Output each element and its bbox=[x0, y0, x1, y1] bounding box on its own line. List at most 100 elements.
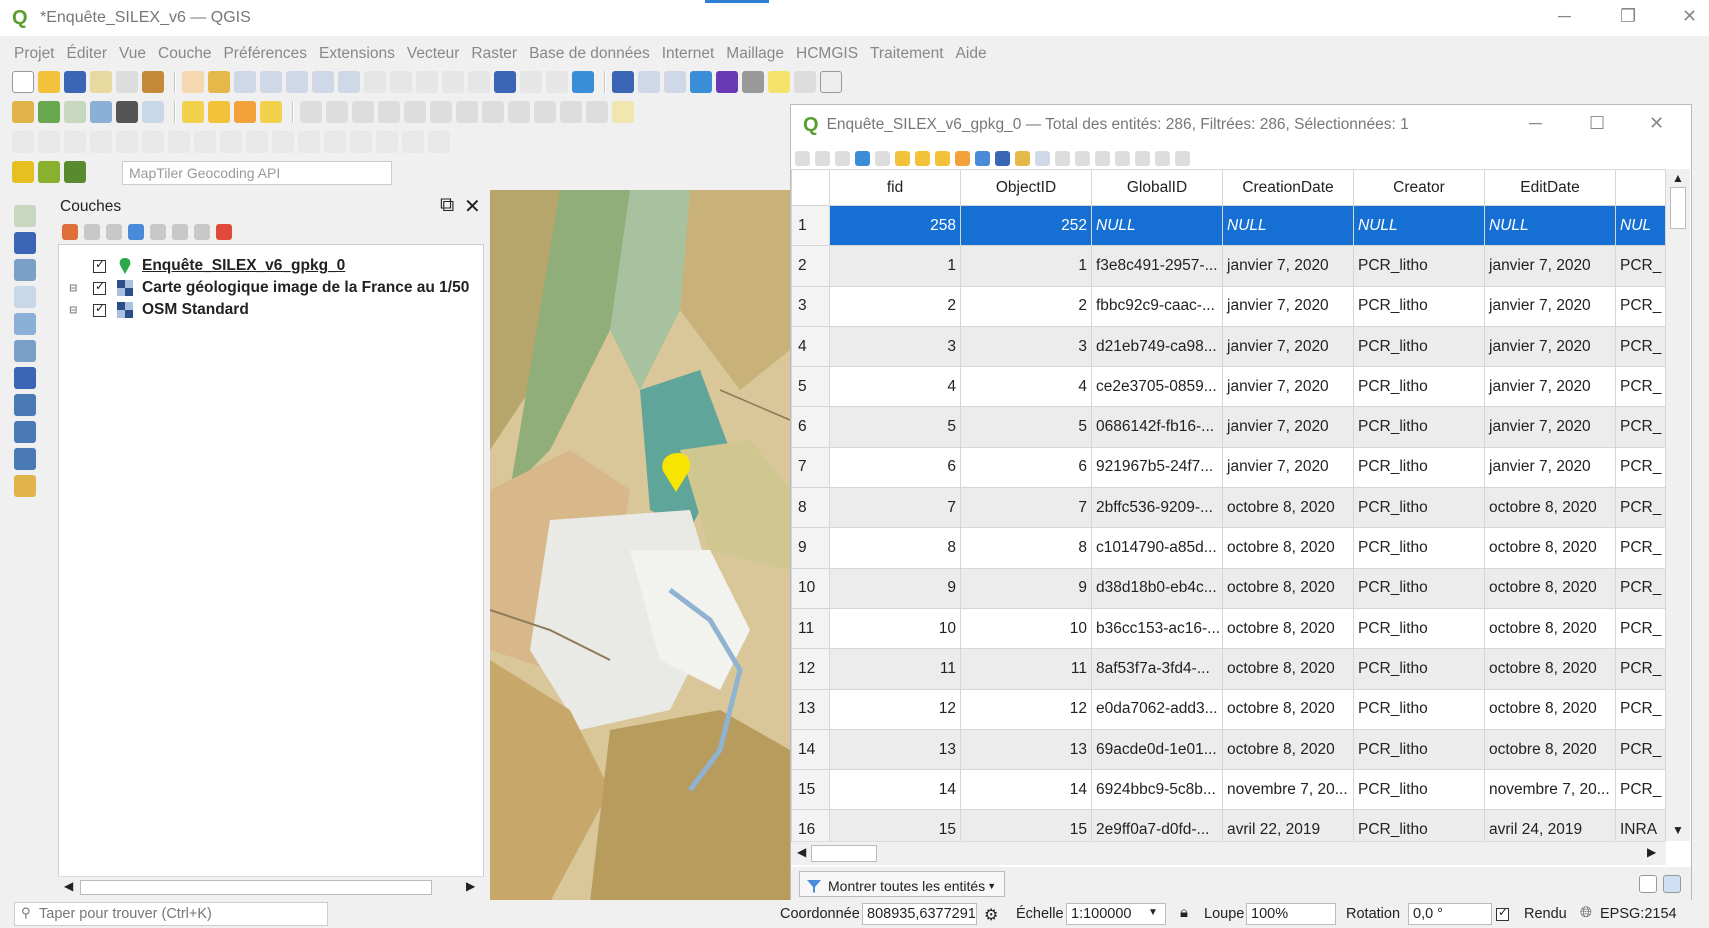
row-header[interactable]: 13 bbox=[791, 688, 830, 730]
layer-visibility-checkbox[interactable] bbox=[93, 301, 106, 317]
row-header[interactable]: 15 bbox=[791, 769, 830, 811]
move-selection-top-icon[interactable] bbox=[995, 150, 1010, 166]
table-cell[interactable]: octobre 8, 2020 bbox=[1222, 567, 1354, 609]
table-cell[interactable]: d21eb749-ca98... bbox=[1091, 325, 1223, 368]
data-source-manager-icon[interactable] bbox=[12, 101, 34, 123]
table-cell[interactable]: PCR_litho bbox=[1353, 567, 1485, 609]
processing-toolbox-icon[interactable] bbox=[690, 71, 712, 93]
table-cell[interactable]: e0da7062-add3... bbox=[1091, 688, 1223, 730]
table-row[interactable]: 13 12 12 e0da7062-add3... octobre 8, 2020 PCR… bbox=[791, 688, 1666, 730]
table-cell[interactable]: PCR_ bbox=[1615, 446, 1666, 489]
zoom-to-selection-icon[interactable] bbox=[1035, 150, 1050, 166]
minimize-icon[interactable]: ─ bbox=[1529, 113, 1542, 134]
invert-selection-icon[interactable] bbox=[955, 150, 970, 166]
layers-horizontal-scrollbar[interactable]: ◀ ▶ bbox=[58, 876, 484, 898]
table-cell[interactable]: PCR_ bbox=[1615, 366, 1666, 408]
undock-icon[interactable]: ⧉ bbox=[440, 194, 454, 217]
menu-extensions[interactable]: Extensions bbox=[319, 45, 395, 63]
table-cell[interactable]: ce2e3705-0859... bbox=[1091, 366, 1223, 408]
coordinate-toggle-icon[interactable]: ⚙ bbox=[984, 905, 998, 925]
locator-icon[interactable] bbox=[794, 71, 816, 93]
table-cell[interactable]: PCR_litho bbox=[1353, 446, 1485, 489]
show-all-features-button[interactable]: Montrer toutes les entités ▼ bbox=[799, 871, 1006, 897]
scroll-down-icon[interactable]: ▼ bbox=[1672, 823, 1684, 837]
actions-icon[interactable] bbox=[1175, 150, 1190, 166]
table-cell[interactable]: PCR_ bbox=[1615, 285, 1666, 327]
table-cell[interactable]: NULL bbox=[1484, 204, 1616, 247]
offset-curve-icon[interactable] bbox=[298, 131, 320, 153]
geocoding-search-input[interactable]: MapTiler Geocoding API bbox=[122, 161, 392, 185]
tools-icon[interactable] bbox=[64, 161, 86, 183]
simplify-icon[interactable] bbox=[116, 131, 138, 153]
table-cell[interactable]: PCR_ bbox=[1615, 769, 1666, 811]
zoom-layer-icon[interactable] bbox=[338, 71, 360, 93]
table-vertical-scrollbar[interactable]: ▲ ▼ bbox=[1666, 169, 1690, 841]
table-cell[interactable]: 7 bbox=[960, 487, 1092, 529]
table-cell[interactable]: novembre 7, 20... bbox=[1484, 769, 1616, 811]
table-cell[interactable]: octobre 8, 2020 bbox=[1222, 487, 1354, 529]
render-checkbox[interactable] bbox=[1496, 905, 1509, 921]
scroll-right-icon[interactable]: ▶ bbox=[466, 879, 475, 893]
cut-features-icon[interactable] bbox=[482, 101, 504, 123]
copy-rows-icon[interactable] bbox=[1055, 150, 1070, 166]
table-cell[interactable]: PCR_ bbox=[1615, 607, 1666, 650]
column-header-creator[interactable]: Creator bbox=[1353, 169, 1485, 206]
add-mesh-layer-icon[interactable] bbox=[14, 259, 36, 281]
table-cell[interactable]: 1 bbox=[829, 245, 961, 287]
zoom-in-icon[interactable] bbox=[234, 71, 256, 93]
table-cell[interactable]: 3 bbox=[829, 325, 961, 368]
edit-toggle-icon[interactable] bbox=[300, 101, 322, 123]
filter-expression-icon[interactable] bbox=[150, 224, 166, 240]
menu-base-de-donnees[interactable]: Base de données bbox=[529, 45, 650, 63]
manage-visibility-icon[interactable] bbox=[106, 224, 122, 240]
table-cell[interactable]: PCR_litho bbox=[1353, 607, 1485, 650]
table-cell[interactable]: janvier 7, 2020 bbox=[1484, 366, 1616, 408]
menu-preferences[interactable]: Préférences bbox=[223, 45, 307, 63]
menu-editer[interactable]: Éditer bbox=[67, 45, 108, 63]
add-group-icon[interactable] bbox=[84, 224, 100, 240]
identify-icon[interactable] bbox=[612, 71, 634, 93]
add-wms-icon[interactable] bbox=[14, 367, 36, 389]
rotate-feature-icon[interactable] bbox=[90, 131, 112, 153]
table-cell[interactable]: 4 bbox=[960, 366, 1092, 408]
add-feature-icon[interactable] bbox=[378, 101, 400, 123]
pan-to-selection-icon[interactable] bbox=[1015, 150, 1030, 166]
table-cell[interactable]: 3 bbox=[960, 325, 1092, 368]
save-edits-icon[interactable] bbox=[835, 150, 850, 166]
table-cell[interactable]: 4 bbox=[829, 366, 961, 408]
table-cell[interactable]: 9 bbox=[960, 567, 1092, 609]
show-bookmarks-icon[interactable] bbox=[520, 71, 542, 93]
save-as-icon[interactable] bbox=[90, 71, 112, 93]
expander-icon[interactable]: ⊟ bbox=[69, 283, 81, 294]
menu-vue[interactable]: Vue bbox=[119, 45, 146, 63]
bookmark-icon[interactable] bbox=[494, 71, 516, 93]
select-by-expression-icon[interactable] bbox=[915, 150, 930, 166]
crs-label[interactable]: EPSG:2154 bbox=[1600, 906, 1677, 922]
table-row[interactable]: 2 1 1 f3e8c491-2957-... janvier 7, 2020 PCR_l… bbox=[791, 245, 1666, 287]
table-row[interactable]: 5 4 4 ce2e3705-0859... janvier 7, 2020 PCR_li… bbox=[791, 366, 1666, 408]
table-cell[interactable]: 2 bbox=[829, 285, 961, 327]
delete-field-icon[interactable] bbox=[1095, 150, 1110, 166]
column-header-editdate[interactable]: EditDate bbox=[1484, 169, 1616, 206]
text-annotation-icon[interactable] bbox=[820, 71, 842, 93]
restore-icon[interactable]: ❐ bbox=[1620, 6, 1636, 27]
table-cell[interactable]: 8af53f7a-3fd4-... bbox=[1091, 648, 1223, 690]
table-cell[interactable]: octobre 8, 2020 bbox=[1222, 688, 1354, 730]
measure-icon[interactable] bbox=[742, 71, 764, 93]
table-row[interactable]: 3 2 2 fbbc92c9-caac-... janvier 7, 2020 PCR_l… bbox=[791, 285, 1666, 327]
table-cell[interactable]: janvier 7, 2020 bbox=[1222, 446, 1354, 489]
table-cell[interactable]: fbbc92c9-caac-... bbox=[1091, 285, 1223, 327]
add-wcs-icon[interactable] bbox=[14, 421, 36, 443]
add-part-icon[interactable] bbox=[168, 131, 190, 153]
table-cell[interactable]: 8 bbox=[829, 527, 961, 569]
scroll-thumb[interactable] bbox=[1670, 187, 1686, 229]
select-all-icon[interactable] bbox=[935, 150, 950, 166]
open-project-icon[interactable] bbox=[38, 71, 60, 93]
column-header-fid[interactable]: fid bbox=[829, 169, 961, 206]
table-cell[interactable]: PCR_litho bbox=[1353, 245, 1485, 287]
layer-visibility-checkbox[interactable] bbox=[93, 279, 106, 295]
row-header[interactable]: 9 bbox=[791, 527, 830, 569]
table-cell[interactable]: 13 bbox=[960, 728, 1092, 771]
style-layer-icon[interactable] bbox=[62, 224, 78, 240]
menu-raster[interactable]: Raster bbox=[471, 45, 517, 63]
